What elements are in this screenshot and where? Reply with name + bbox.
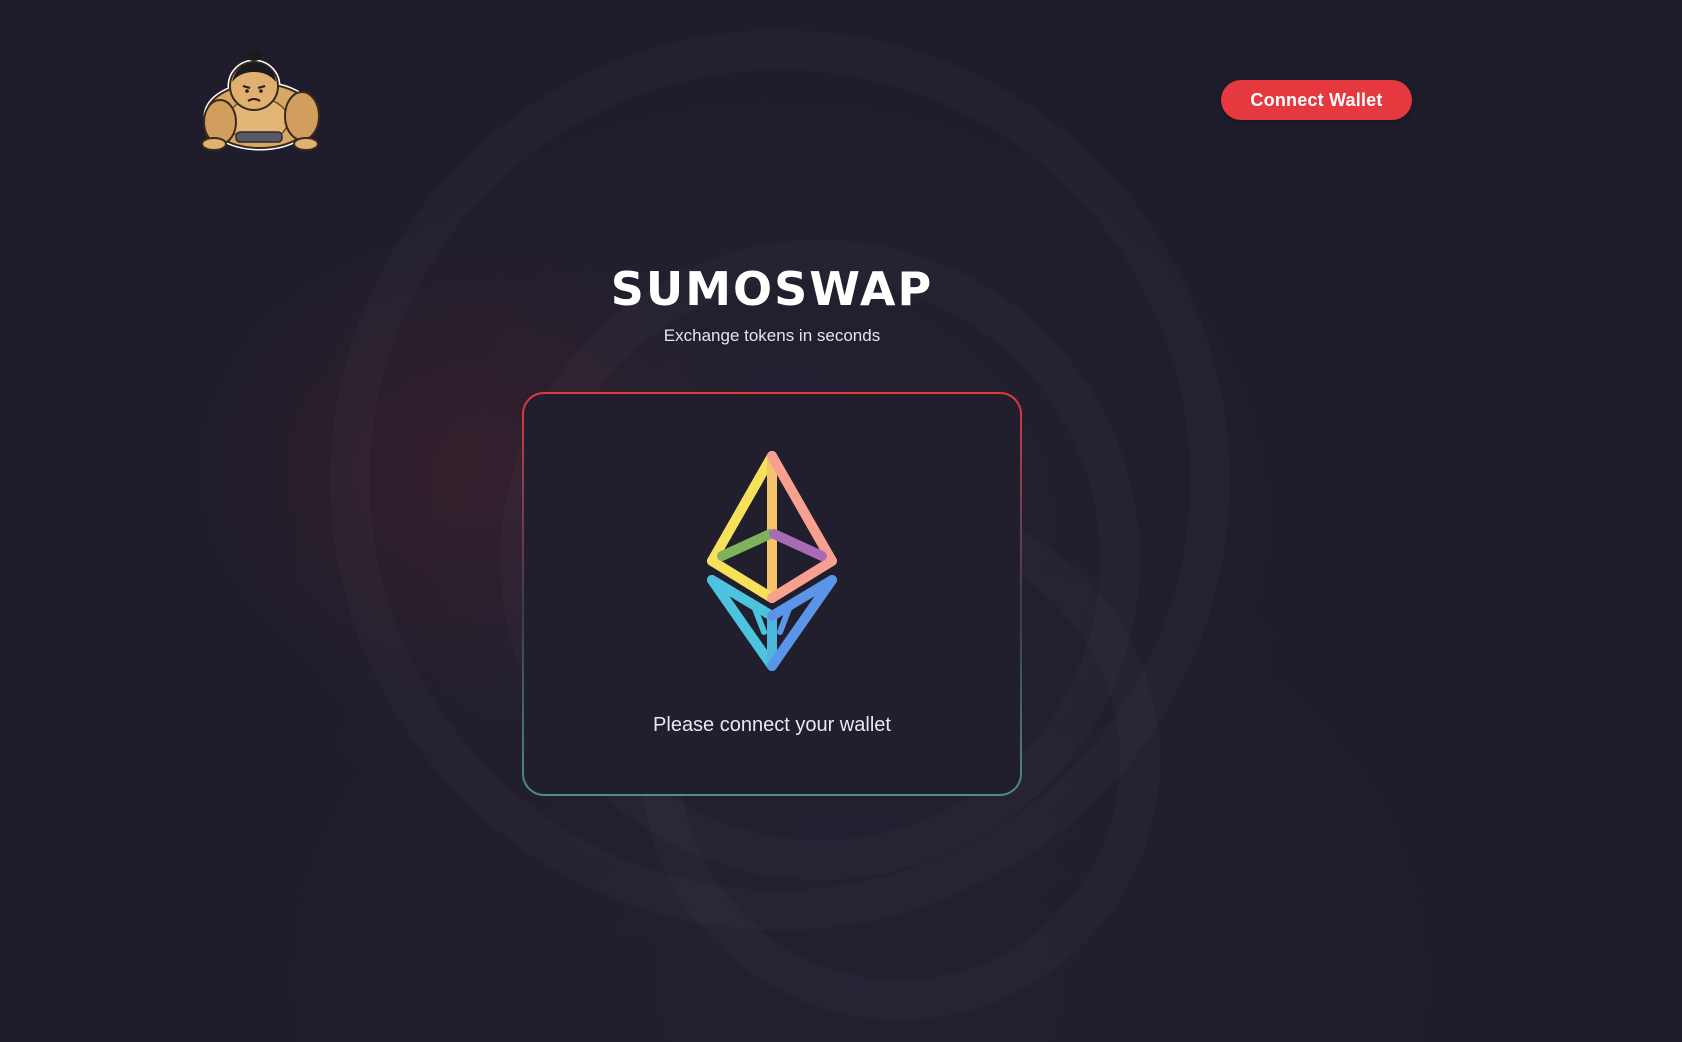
page-title: SUMOSWAP <box>610 262 934 316</box>
swap-card-body: Please connect your wallet <box>524 394 1020 794</box>
swap-card: Please connect your wallet <box>522 392 1022 796</box>
connect-wallet-button[interactable]: Connect Wallet <box>1221 80 1412 120</box>
sumo-logo[interactable] <box>192 46 328 154</box>
connect-wallet-message: Please connect your wallet <box>653 714 891 736</box>
ethereum-icon <box>707 451 837 671</box>
page-subtitle: Exchange tokens in seconds <box>663 326 881 345</box>
hero-section: SUMOSWAP Exchange tokens in seconds <box>0 258 1544 346</box>
sumo-wrestler-icon <box>201 49 320 151</box>
